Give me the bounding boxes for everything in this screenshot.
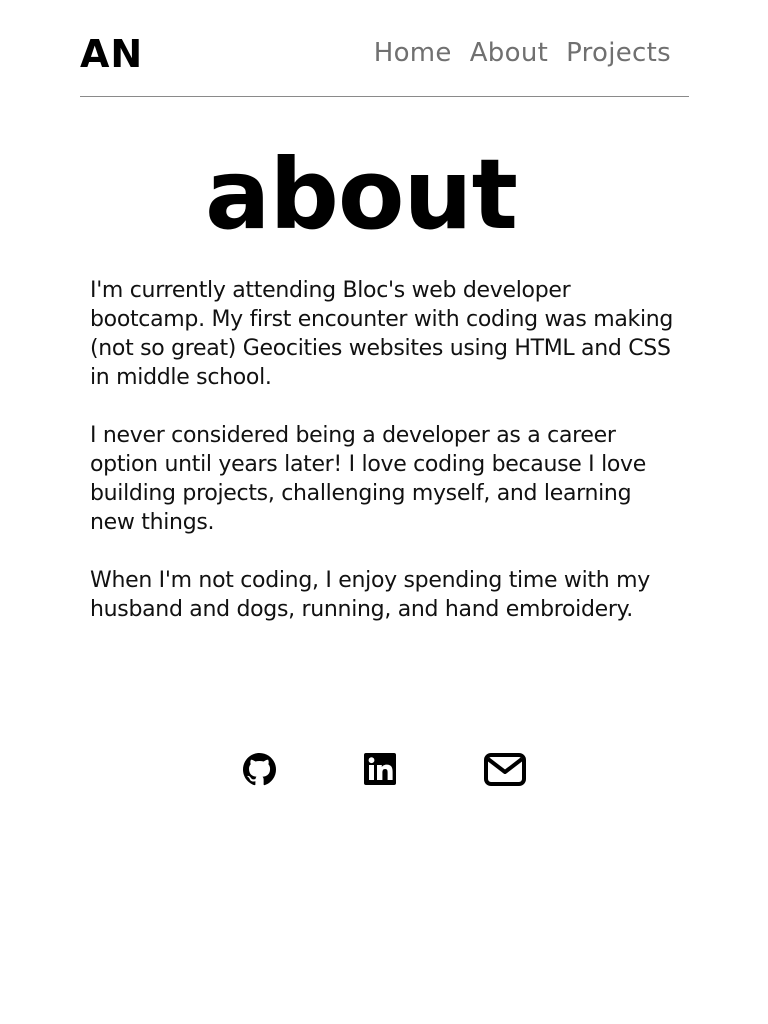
nav-link-home[interactable]: Home (374, 36, 452, 70)
github-link[interactable] (243, 753, 276, 786)
linkedin-link[interactable] (364, 753, 396, 785)
site-logo[interactable]: AN (80, 33, 143, 75)
page-title: about (205, 138, 518, 251)
site-header: AN Home About Projects (80, 0, 689, 97)
social-links (0, 750, 768, 792)
main-nav: Home About Projects (374, 36, 671, 70)
about-paragraph: I never considered being a developer as … (90, 423, 646, 535)
email-link[interactable] (484, 753, 526, 786)
about-content: I'm currently attending Bloc's web devel… (90, 276, 680, 653)
envelope-icon (484, 753, 526, 786)
nav-link-projects[interactable]: Projects (566, 36, 671, 70)
nav-link-about[interactable]: About (470, 36, 548, 70)
linkedin-icon (364, 753, 396, 785)
about-paragraph: I'm currently attending Bloc's web devel… (90, 278, 674, 390)
github-icon (243, 753, 276, 786)
about-paragraph: When I'm not coding, I enjoy spending ti… (90, 568, 650, 622)
